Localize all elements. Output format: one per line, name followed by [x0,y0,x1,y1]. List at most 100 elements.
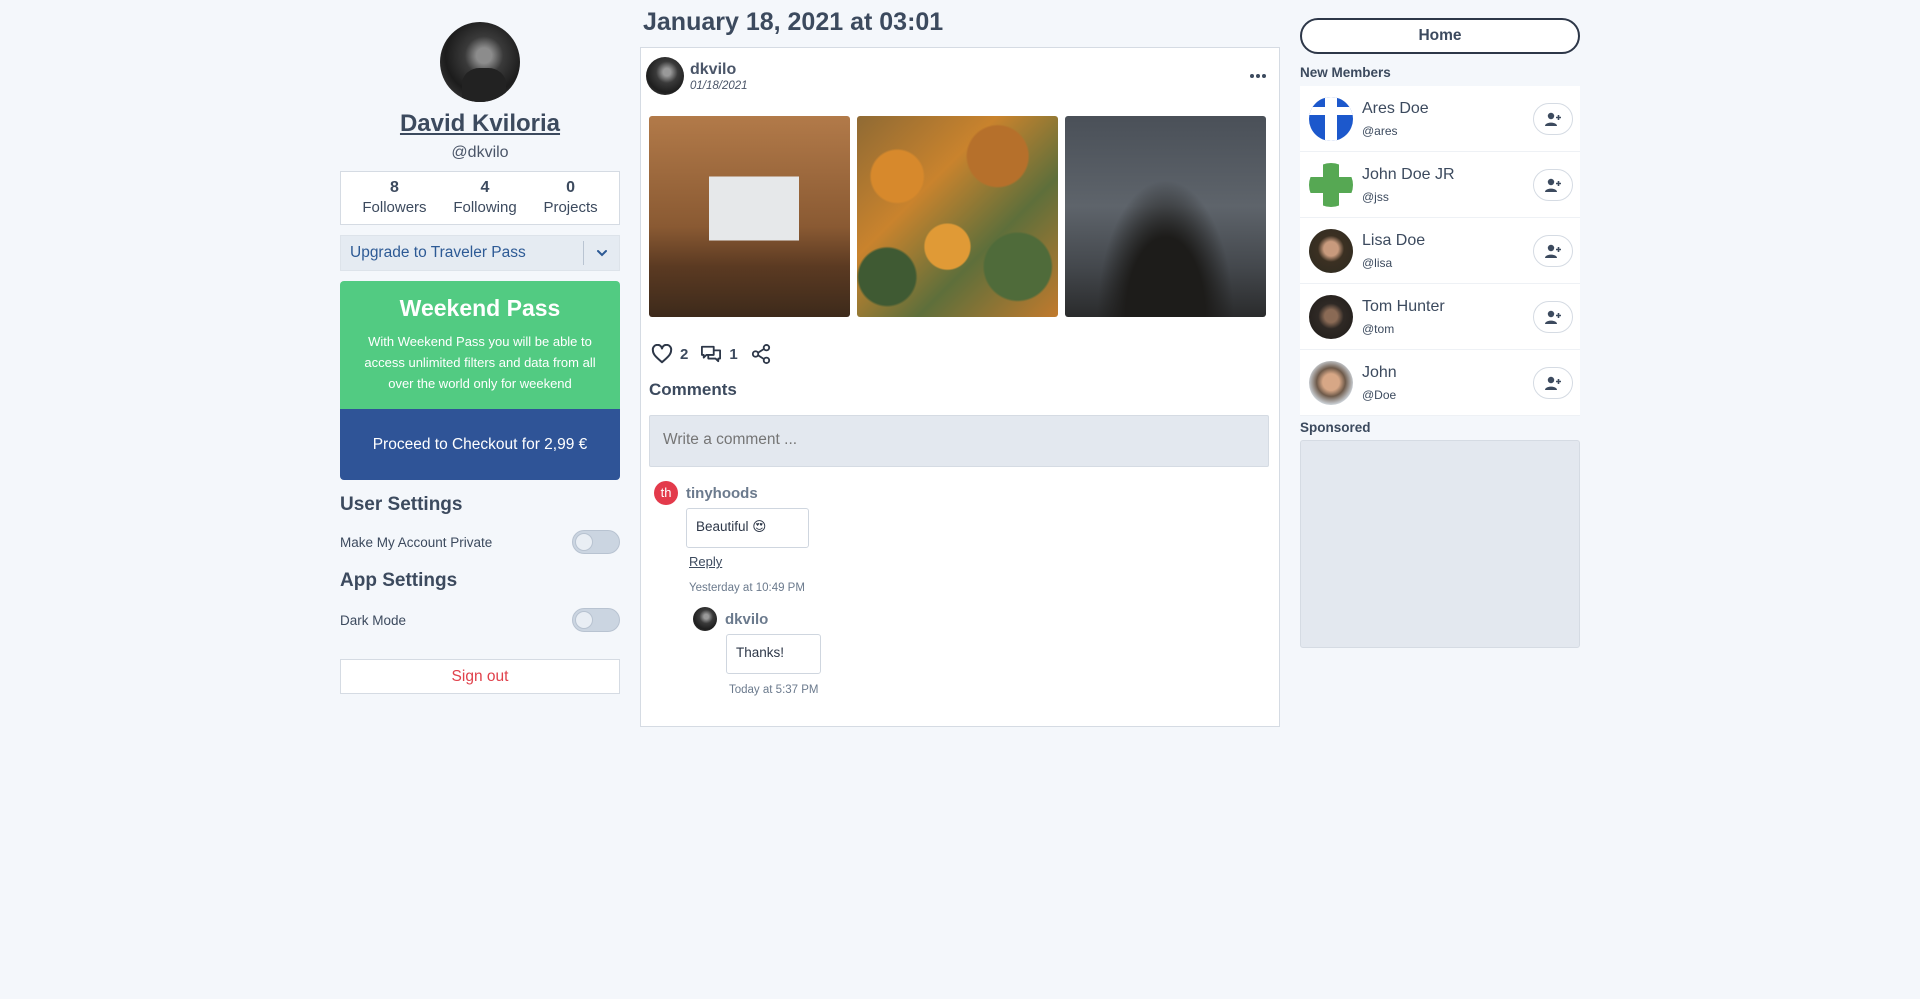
member-item[interactable]: John Doe JR @jss [1300,152,1580,218]
member-handle: @lisa [1362,255,1393,270]
right-sidebar: Home New Members Ares Doe @ares John Doe… [1300,18,1580,648]
new-members-title: New Members [1300,65,1391,80]
add-friend-button[interactable] [1533,366,1573,399]
commenter-name[interactable]: tinyhoods [686,485,758,502]
stat-followers[interactable]: 8 Followers [362,178,426,218]
post-header: dkvilo 01/18/2021 [641,48,1279,95]
add-friend-button[interactable] [1533,102,1573,135]
post-feed: January 18, 2021 at 03:01 dkvilo 01/18/2… [640,8,1280,727]
like-count: 2 [680,345,689,363]
member-info: Ares Doe @ares [1362,100,1533,138]
add-friend-button[interactable] [1533,300,1573,333]
upgrade-label[interactable]: Upgrade to Traveler Pass [341,244,583,262]
comment-timestamp: Today at 5:37 PM [729,684,819,696]
stat-value: 4 [480,179,490,196]
dark-mode-label: Dark Mode [340,612,407,628]
pass-description: With Weekend Pass you will be able to ac… [364,334,596,391]
share-button[interactable] [750,344,772,364]
stat-value: 8 [390,179,399,196]
comment-reply: dkvilo Thanks! Today at 5:37 PM [693,607,1279,696]
post-card: dkvilo 01/18/2021 2 1 Comments Write a c… [640,47,1280,727]
author-name[interactable]: dkvilo [690,61,748,79]
stat-label: Following [453,199,517,216]
add-friend-button[interactable] [1533,234,1573,267]
member-name[interactable]: John [1362,364,1533,382]
comments-heading: Comments [649,380,737,399]
comment-button[interactable]: 1 [700,344,738,364]
comment-input[interactable] [649,415,1269,467]
share-icon [751,344,770,364]
sponsored-ad-slot[interactable] [1300,440,1580,648]
post-date-heading: January 18, 2021 at 03:01 [643,8,944,36]
add-friend-button[interactable] [1533,168,1573,201]
member-handle: @ares [1362,123,1398,138]
post-actions: 2 1 [641,344,1279,364]
commenter-name[interactable]: dkvilo [725,611,768,628]
checkout-button[interactable]: Proceed to Checkout for 2,99 € [340,409,620,480]
add-user-icon [1545,178,1561,192]
upgrade-dropdown[interactable]: Upgrade to Traveler Pass [340,235,620,271]
post-image[interactable] [857,116,1058,317]
stat-value: 0 [566,179,575,196]
profile-name-link[interactable]: David Kviloria [340,110,620,138]
add-user-icon [1545,376,1561,390]
reply-link[interactable]: Reply [689,554,1279,569]
sign-out-button[interactable]: Sign out [340,659,620,694]
post-image[interactable] [1065,116,1266,317]
member-item[interactable]: John @Doe [1300,350,1580,416]
member-avatar[interactable] [1309,162,1353,207]
member-info: Lisa Doe @lisa [1362,232,1533,270]
member-info: John @Doe [1362,364,1533,402]
comment-header: th tinyhoods [654,481,1279,505]
member-avatar[interactable] [1309,294,1353,339]
add-user-icon [1545,310,1561,324]
comment-header: dkvilo [693,607,1279,631]
user-settings-heading: User Settings [340,494,463,515]
commenter-avatar[interactable]: th [654,481,678,505]
member-item[interactable]: Lisa Doe @lisa [1300,218,1580,284]
member-name[interactable]: Ares Doe [1362,100,1533,118]
private-account-setting: Make My Account Private [340,530,620,554]
heart-icon [651,344,673,364]
add-user-icon [1545,112,1561,126]
dark-mode-toggle[interactable] [572,608,620,632]
profile-sidebar: David Kviloria @dkvilo 8 Followers 4 Fol… [340,20,620,694]
member-name[interactable]: John Doe JR [1362,166,1533,184]
home-button[interactable]: Home [1300,18,1580,54]
post-image-gallery [641,116,1279,317]
member-avatar[interactable] [1309,360,1353,405]
member-avatar[interactable] [1309,96,1353,141]
stat-label: Followers [362,199,427,216]
comment-text: Beautiful 😍 [686,508,809,548]
member-name[interactable]: Lisa Doe [1362,232,1533,250]
comment-count: 1 [729,345,738,363]
member-info: John Doe JR @jss [1362,166,1533,204]
profile-stats: 8 Followers 4 Following 0 Projects [340,171,620,225]
member-name[interactable]: Tom Hunter [1362,298,1533,316]
private-account-toggle[interactable] [572,530,620,554]
commenter-avatar[interactable] [693,607,717,631]
author-info: dkvilo 01/18/2021 [690,61,748,92]
chevron-down-icon[interactable] [583,241,619,265]
post-image[interactable] [649,116,850,317]
stat-following[interactable]: 4 Following [453,178,516,218]
pass-title: Weekend Pass [399,295,561,321]
dark-mode-setting: Dark Mode [340,608,620,632]
sponsored-title: Sponsored [1300,420,1371,435]
stat-projects[interactable]: 0 Projects [543,178,597,218]
comment-timestamp: Yesterday at 10:49 PM [689,582,805,594]
stat-label: Projects [543,199,598,216]
member-item[interactable]: Ares Doe @ares [1300,86,1580,152]
private-account-label: Make My Account Private [340,534,493,550]
add-user-icon [1545,244,1561,258]
comment: th tinyhoods Beautiful 😍 Reply Yesterday… [654,481,1279,696]
like-button[interactable]: 2 [651,344,688,364]
profile-avatar[interactable] [440,22,520,102]
post-date: 01/18/2021 [690,79,748,92]
member-avatar[interactable] [1309,228,1353,273]
member-handle: @jss [1362,189,1389,204]
author-avatar[interactable] [646,57,684,95]
member-item[interactable]: Tom Hunter @tom [1300,284,1580,350]
pass-info: Weekend Pass With Weekend Pass you will … [340,281,620,409]
more-options-icon[interactable] [1249,66,1267,84]
